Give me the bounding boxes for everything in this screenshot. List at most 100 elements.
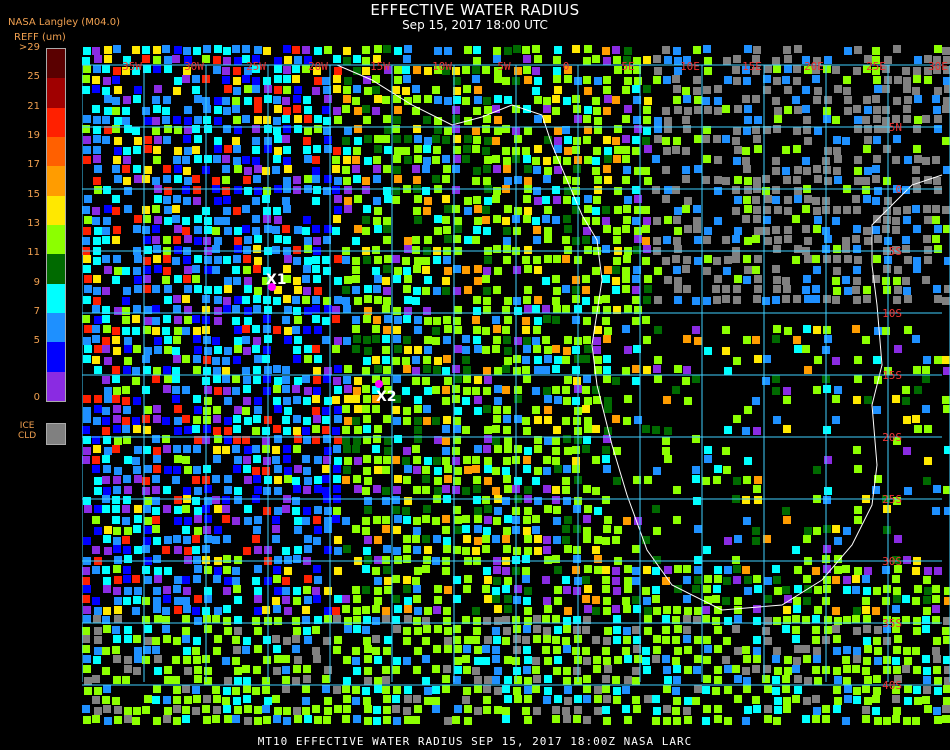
- cloud-pixel: [892, 695, 900, 703]
- cloud-pixel: [553, 646, 561, 654]
- cloud-pixel: [304, 106, 312, 114]
- cloud-pixel: [93, 656, 101, 664]
- cloud-pixel: [673, 216, 681, 224]
- cloud-pixel: [653, 55, 661, 63]
- cloud-pixel: [853, 396, 861, 404]
- cloud-pixel: [273, 566, 281, 574]
- cloud-pixel: [414, 396, 422, 404]
- cloud-pixel: [813, 225, 821, 233]
- cloud-pixel: [204, 677, 212, 685]
- cloud-pixel: [464, 197, 472, 205]
- cloud-pixel: [273, 575, 281, 583]
- cloud-pixel: [633, 705, 641, 713]
- cloud-pixel: [853, 277, 861, 285]
- cloud-pixel: [204, 256, 212, 264]
- cloud-pixel: [634, 206, 642, 214]
- cloud-pixel: [582, 445, 590, 453]
- cloud-pixel: [102, 566, 110, 574]
- cloud-pixel: [532, 217, 540, 225]
- longitude-label: 5W: [497, 60, 511, 73]
- cloud-pixel: [542, 646, 550, 654]
- cloud-pixel: [442, 425, 450, 433]
- cloud-pixel: [513, 625, 521, 633]
- cloud-pixel: [622, 135, 630, 143]
- cloud-pixel: [462, 346, 470, 354]
- cloud-pixel: [564, 147, 572, 155]
- cloud-pixel: [812, 197, 820, 205]
- cloud-pixel: [392, 595, 400, 603]
- cloud-pixel: [284, 475, 292, 483]
- cloud-pixel: [183, 275, 191, 283]
- cloud-pixel: [314, 47, 322, 55]
- cloud-pixel: [392, 255, 400, 263]
- cloud-pixel: [203, 336, 211, 344]
- cloud-pixel: [624, 716, 632, 724]
- cloud-pixel: [263, 296, 271, 304]
- cloud-pixel: [762, 377, 770, 385]
- cloud-pixel: [183, 47, 191, 55]
- cloud-pixel: [112, 276, 120, 284]
- cloud-pixel: [454, 526, 462, 534]
- cloud-pixel: [503, 157, 511, 165]
- cloud-pixel: [182, 706, 190, 714]
- cloud-pixel: [773, 617, 781, 625]
- cloud-pixel: [363, 467, 371, 475]
- cloud-pixel: [134, 446, 142, 454]
- cloud-pixel: [823, 255, 831, 263]
- cloud-pixel: [632, 217, 640, 225]
- cloud-pixel: [443, 256, 451, 264]
- cloud-pixel: [303, 675, 311, 683]
- cloud-pixel: [933, 666, 941, 674]
- cloud-pixel: [393, 307, 401, 315]
- cloud-pixel: [294, 517, 302, 525]
- cloud-pixel: [314, 355, 322, 363]
- cloud-pixel: [364, 667, 372, 675]
- cloud-pixel: [834, 676, 842, 684]
- cloud-pixel: [543, 536, 551, 544]
- cloud-pixel: [814, 677, 822, 685]
- cloud-pixel: [432, 156, 440, 164]
- cloud-pixel: [454, 666, 462, 674]
- cloud-pixel: [362, 626, 370, 634]
- cloud-pixel: [583, 76, 591, 84]
- cloud-pixel: [473, 167, 481, 175]
- cloud-pixel: [404, 45, 412, 53]
- cloud-pixel: [292, 75, 300, 83]
- cloud-pixel: [833, 147, 841, 155]
- cloud-pixel: [303, 265, 311, 273]
- cloud-pixel: [462, 525, 470, 533]
- cloud-pixel: [403, 555, 411, 563]
- cloud-pixel: [462, 266, 470, 274]
- cloud-pixel: [282, 416, 290, 424]
- cloud-pixel: [373, 717, 381, 725]
- cloud-pixel: [383, 415, 391, 423]
- cloud-pixel: [642, 167, 650, 175]
- cloud-pixel: [352, 316, 360, 324]
- cloud-pixel: [253, 366, 261, 374]
- cloud-pixel: [252, 467, 260, 475]
- cloud-pixel: [714, 676, 722, 684]
- cloud-pixel: [724, 426, 732, 434]
- cloud-pixel: [404, 716, 412, 724]
- cloud-pixel: [494, 397, 502, 405]
- cloud-pixel: [612, 286, 620, 294]
- cloud-pixel: [224, 347, 232, 355]
- cloud-pixel: [263, 656, 271, 664]
- cloud-pixel: [944, 666, 950, 674]
- cloud-pixel: [772, 226, 780, 234]
- cloud-pixel: [173, 466, 181, 474]
- cloud-pixel: [204, 515, 212, 523]
- cloud-pixel: [92, 516, 100, 524]
- cloud-pixel: [423, 625, 431, 633]
- cloud-pixel: [164, 217, 172, 225]
- cloud-pixel: [502, 365, 510, 373]
- cloud-pixel: [452, 457, 460, 465]
- cloud-pixel: [142, 46, 150, 54]
- cloud-pixel: [182, 217, 190, 225]
- cloud-pixel: [903, 105, 911, 113]
- cloud-pixel: [932, 156, 940, 164]
- cloud-pixel: [93, 275, 101, 283]
- cloud-pixel: [434, 357, 442, 365]
- cloud-pixel: [544, 255, 552, 263]
- cloud-pixel: [353, 147, 361, 155]
